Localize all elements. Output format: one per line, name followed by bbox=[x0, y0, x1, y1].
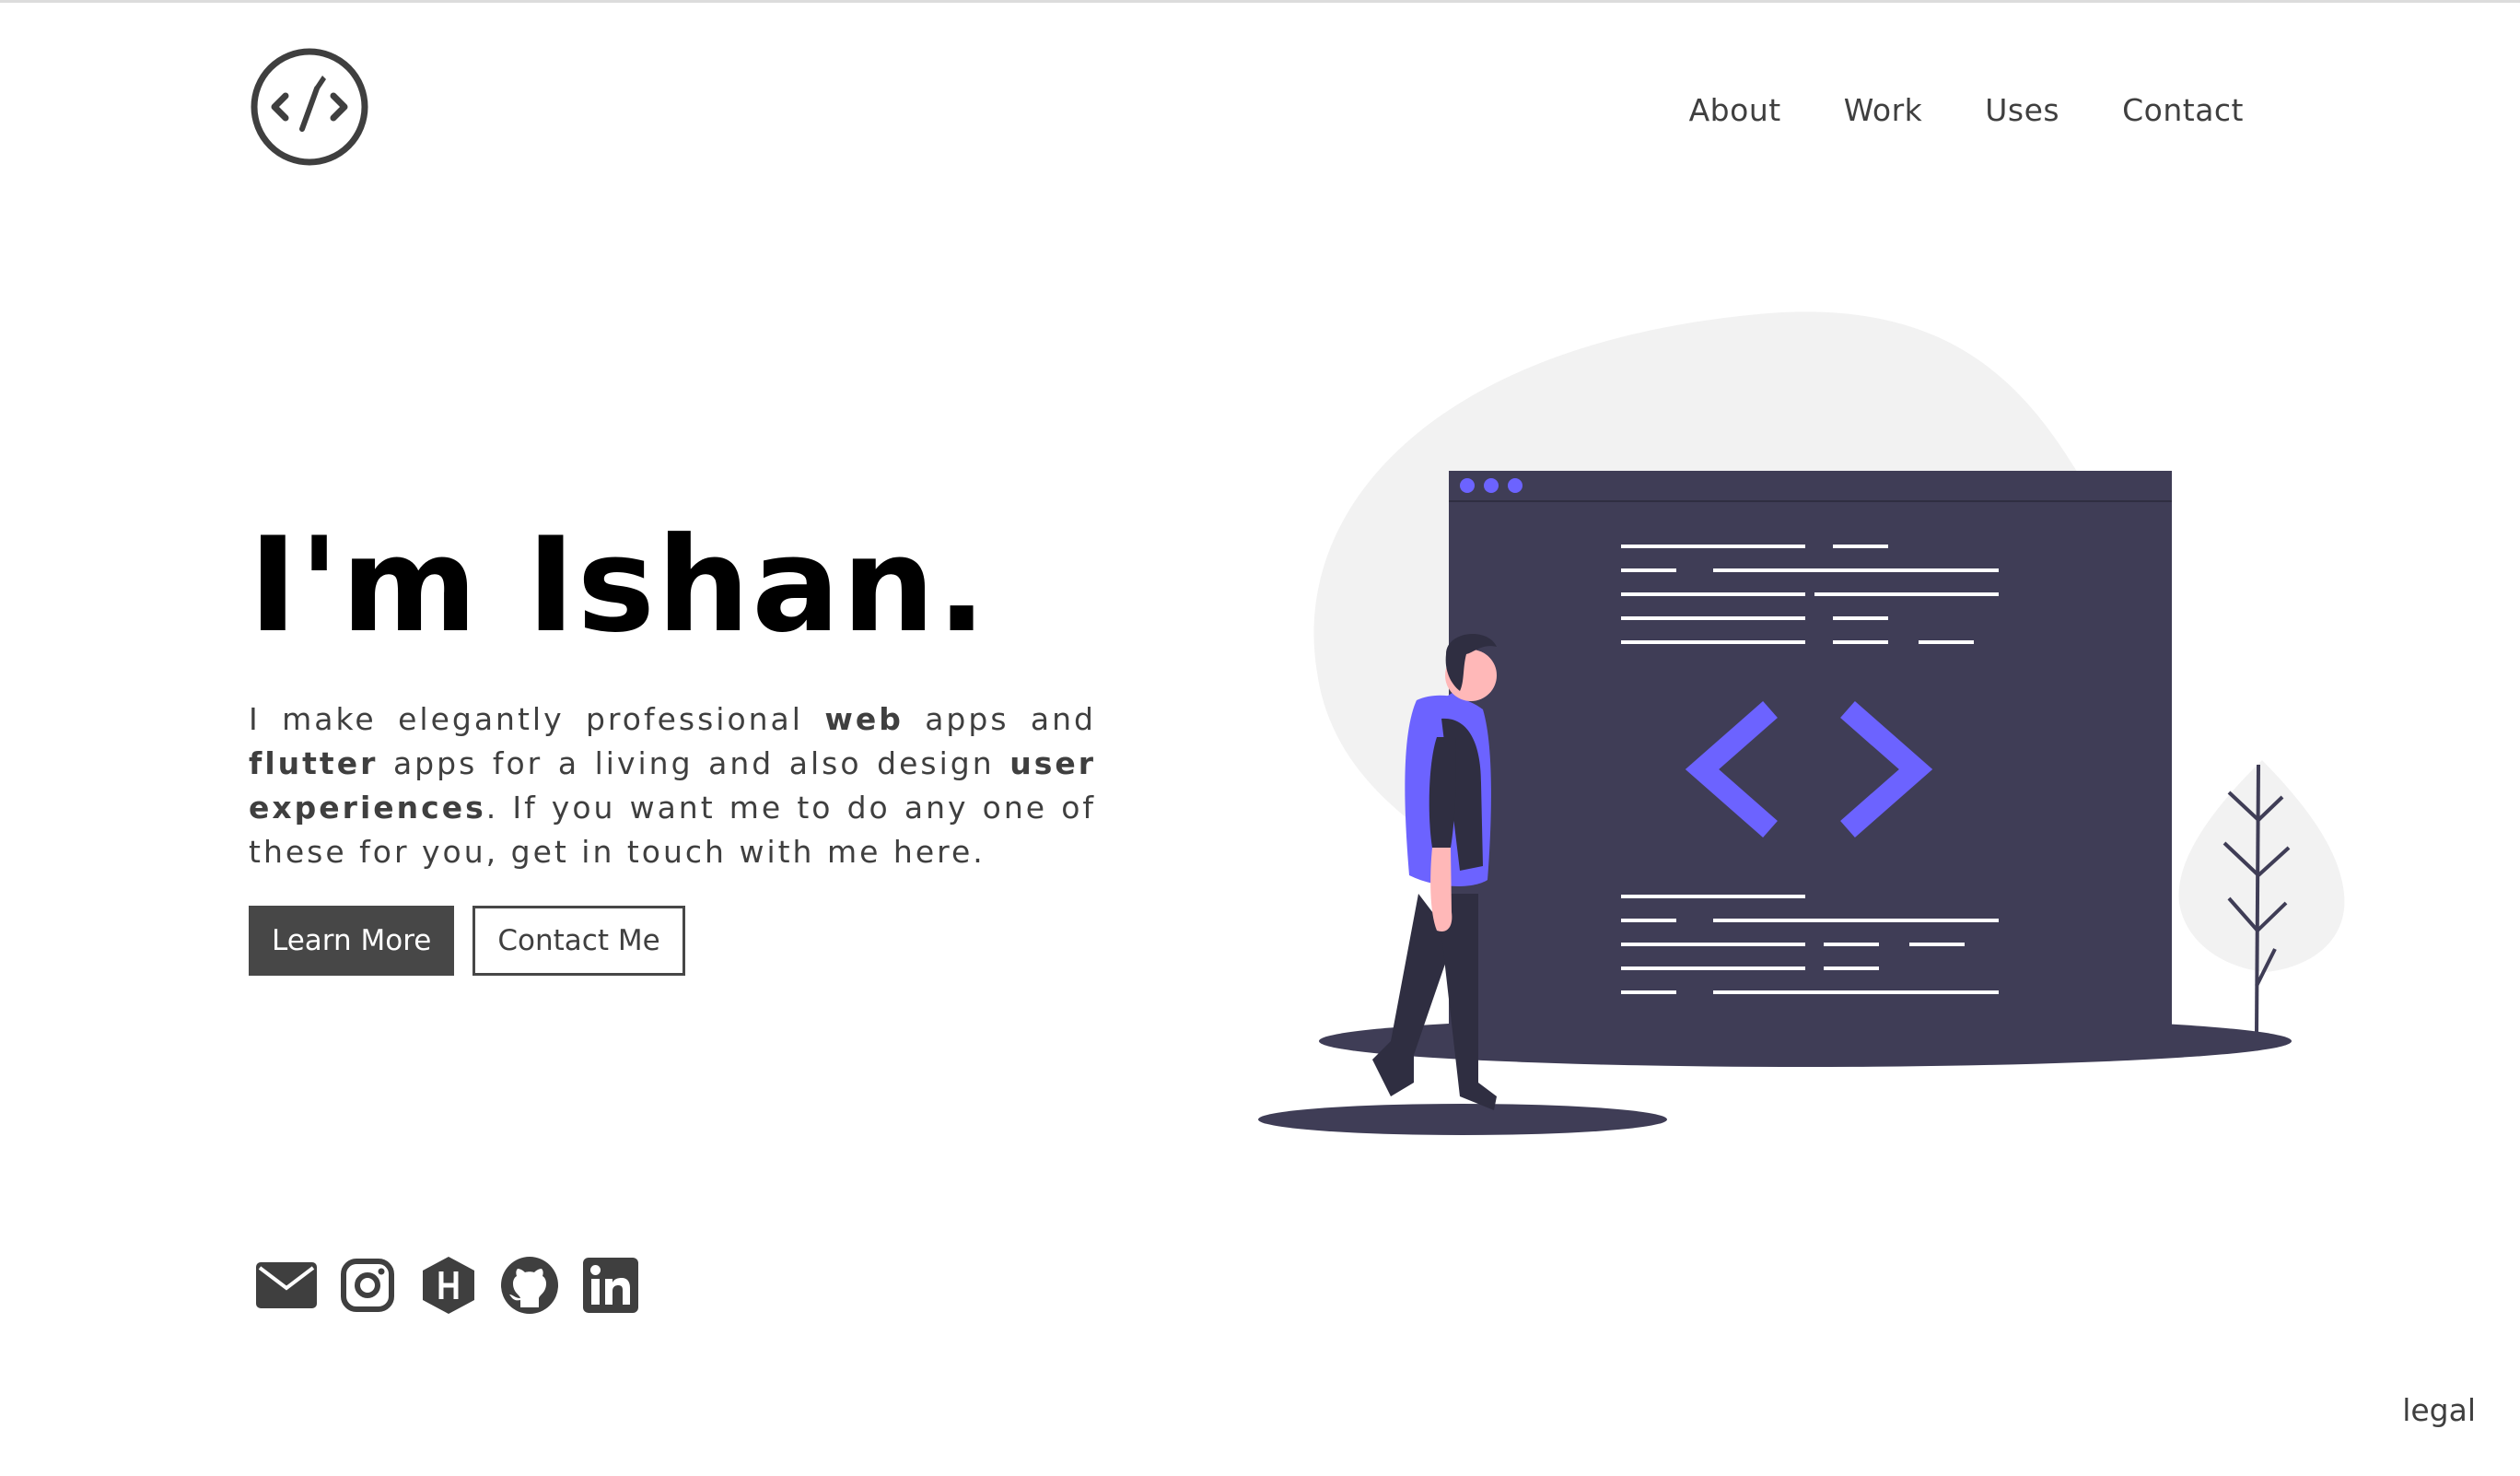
desc-bold-flutter: flutter bbox=[249, 745, 379, 781]
learn-more-button[interactable]: Learn More bbox=[249, 906, 455, 976]
hero-title: I'm Ishan. bbox=[249, 510, 989, 662]
hero-illustration bbox=[1253, 304, 2358, 1152]
email-icon[interactable] bbox=[256, 1255, 317, 1316]
social-links bbox=[256, 1255, 641, 1316]
hero-buttons: Learn More Contact Me bbox=[249, 906, 1096, 976]
hashnode-icon[interactable] bbox=[418, 1255, 479, 1316]
contact-me-button[interactable]: Contact Me bbox=[472, 906, 685, 976]
instagram-icon[interactable] bbox=[337, 1255, 398, 1316]
nav-about[interactable]: About bbox=[1689, 92, 1781, 128]
desc-text-1: I make elegantly professional bbox=[249, 701, 825, 737]
nav-uses[interactable]: Uses bbox=[1985, 92, 2059, 128]
legal-link[interactable]: legal bbox=[2402, 1392, 2476, 1428]
code-brush-logo-icon bbox=[251, 48, 368, 166]
browser-dot-3 bbox=[1508, 478, 1522, 493]
desc-text-3: apps for a living and also design bbox=[378, 745, 1010, 781]
github-icon[interactable] bbox=[499, 1255, 560, 1316]
hero-description: I make elegantly professional web apps a… bbox=[249, 697, 1096, 874]
site-logo[interactable] bbox=[249, 46, 370, 168]
top-border bbox=[0, 0, 2520, 3]
main-nav: About Work Uses Contact bbox=[1689, 92, 2244, 128]
linkedin-icon[interactable] bbox=[580, 1255, 641, 1316]
browser-dot-2 bbox=[1484, 478, 1499, 493]
desc-bold-web: web bbox=[824, 701, 904, 737]
tree-leaf bbox=[2178, 760, 2345, 972]
person-shadow bbox=[1258, 1104, 1667, 1135]
hero-section: I'm Ishan. I make elegantly professional… bbox=[249, 521, 1096, 976]
nav-work[interactable]: Work bbox=[1844, 92, 1923, 128]
browser-window bbox=[1449, 471, 2172, 1037]
browser-dot-1 bbox=[1460, 478, 1475, 493]
nav-contact[interactable]: Contact bbox=[2122, 92, 2244, 128]
desc-text-2: apps and bbox=[903, 701, 1096, 737]
